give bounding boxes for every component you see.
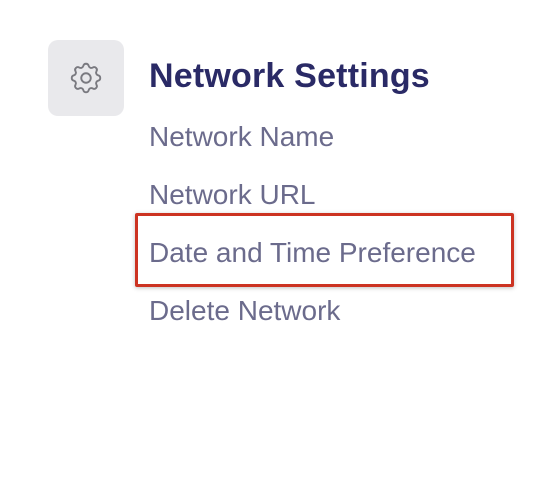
menu-item-delete-network[interactable]: Delete Network (149, 294, 340, 328)
menu-item-network-url[interactable]: Network URL (149, 178, 315, 212)
page-title: Network Settings (149, 57, 430, 95)
gear-icon (67, 59, 105, 97)
menu-item-date-time-preference[interactable]: Date and Time Preference (149, 236, 476, 270)
menu-item-network-name[interactable]: Network Name (149, 120, 334, 154)
settings-icon-tile (48, 40, 124, 116)
